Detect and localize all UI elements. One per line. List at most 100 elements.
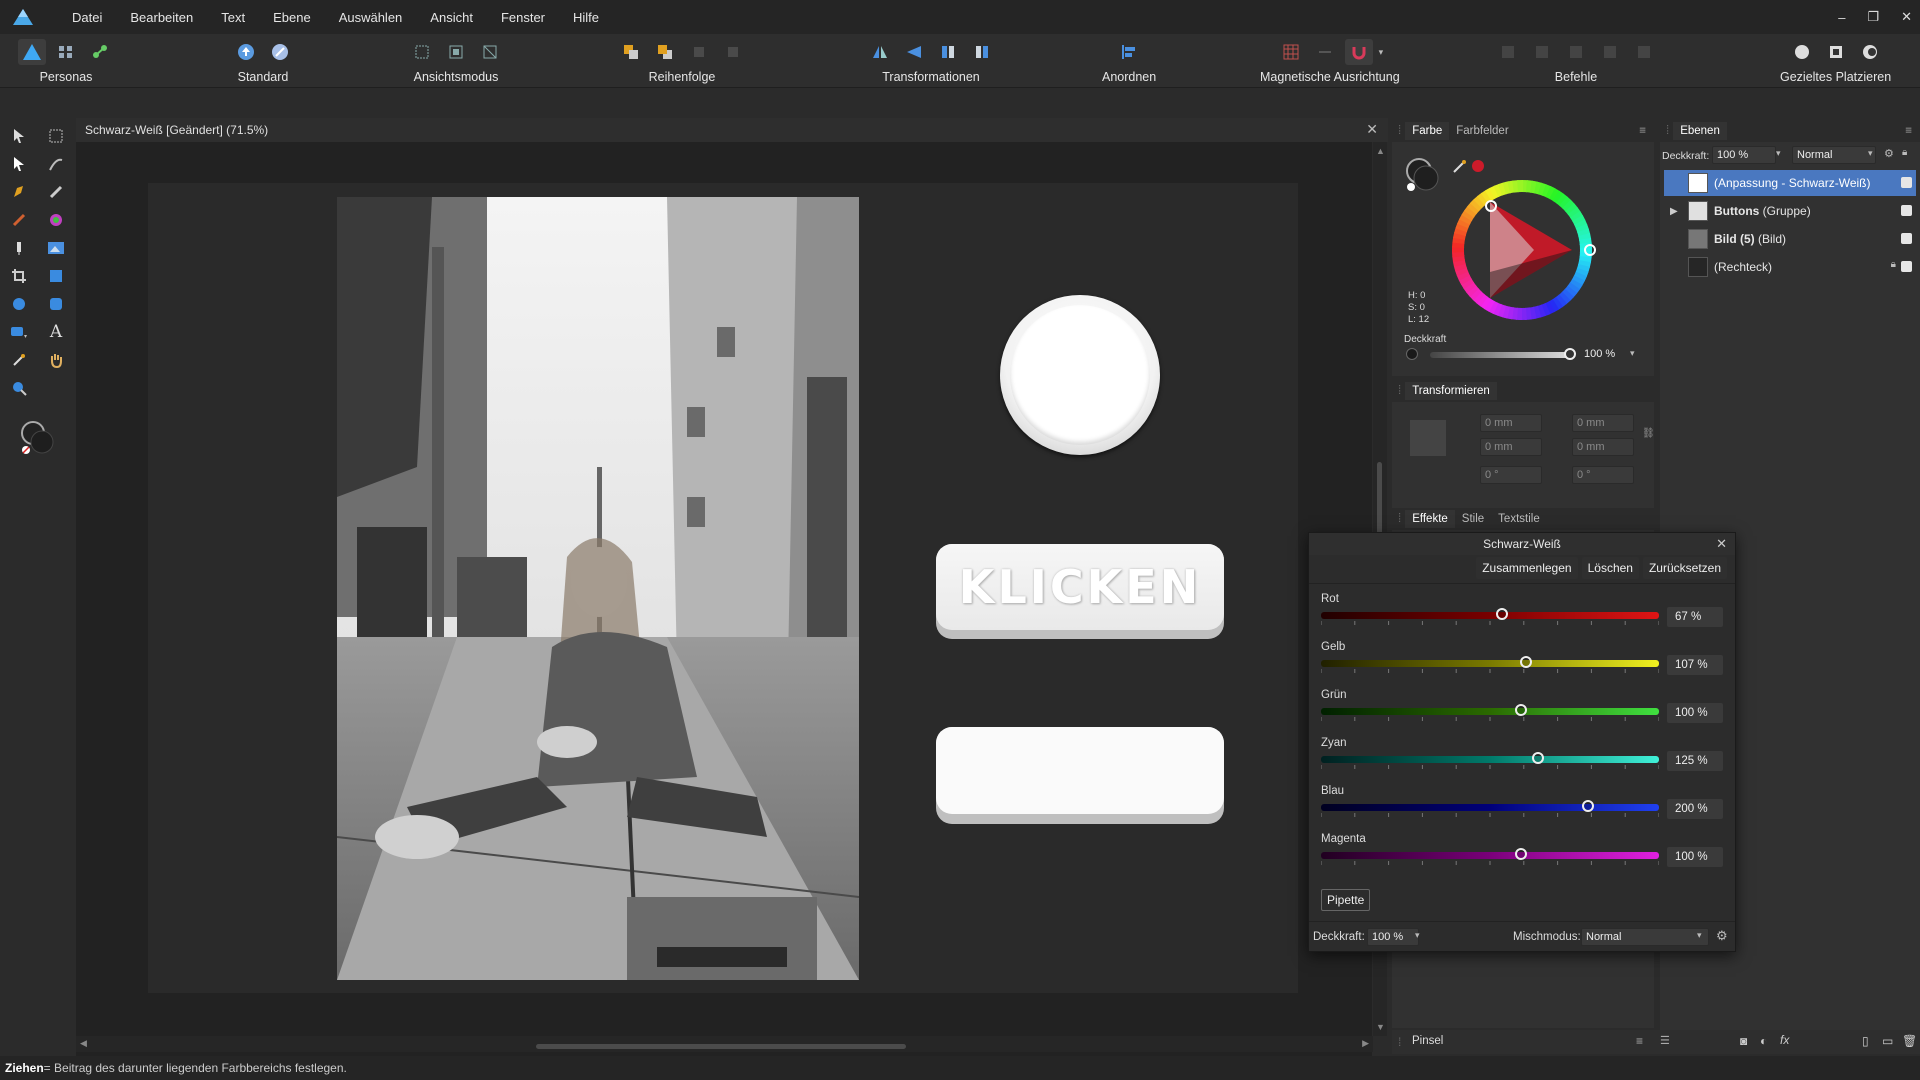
node-tool-icon[interactable] <box>44 152 68 176</box>
layer-lock-icon[interactable]: 🔒︎ <box>1891 259 1896 270</box>
color-replace-icon[interactable] <box>44 208 68 232</box>
lock-icon[interactable]: 🔒︎ <box>1902 147 1907 158</box>
rotate-left-icon[interactable] <box>934 39 962 65</box>
boolean-divide-icon[interactable] <box>1630 39 1658 65</box>
boolean-xor-icon[interactable] <box>1596 39 1624 65</box>
shape-tool-icon[interactable] <box>7 320 31 344</box>
minimize-button[interactable]: – <box>1838 10 1845 25</box>
color-opacity-dropdown-icon[interactable]: ▾ <box>1630 348 1635 359</box>
boolean-intersect-icon[interactable] <box>1562 39 1590 65</box>
photo-bw-girl[interactable] <box>337 197 859 980</box>
color-opacity-value[interactable]: 100 % <box>1584 348 1615 360</box>
transform-shear-field[interactable]: 0 ° <box>1572 466 1634 484</box>
horizontal-scrollbar[interactable]: ◀ ▶ <box>76 1036 1373 1052</box>
transform-x-field[interactable]: 0 mm <box>1480 414 1542 432</box>
boolean-add-icon[interactable] <box>1494 39 1522 65</box>
restore-button[interactable]: ❐ <box>1867 9 1879 25</box>
share-icon[interactable] <box>232 39 260 65</box>
reset-button[interactable]: Zurücksetzen <box>1642 557 1727 579</box>
eyedropper-tool-icon[interactable] <box>7 348 31 372</box>
insert-behind-icon[interactable] <box>1788 39 1816 65</box>
round-button-graphic[interactable] <box>1000 295 1160 455</box>
selection-brush-icon[interactable] <box>44 124 68 148</box>
move-tool-icon[interactable] <box>7 124 31 148</box>
flip-vertical-icon[interactable] <box>900 39 928 65</box>
layers-stack-icon[interactable]: ☰ <box>1660 1034 1670 1047</box>
transform-y-field[interactable]: 0 mm <box>1480 438 1542 456</box>
expand-chevron-icon[interactable]: ▶ <box>1670 206 1678 217</box>
scroll-down-icon[interactable]: ▼ <box>1376 1022 1385 1032</box>
close-document-icon[interactable]: ✕ <box>1366 121 1378 138</box>
arrange-front-icon[interactable] <box>651 39 679 65</box>
layers-blend-mode-select[interactable]: Normal <box>1792 146 1876 164</box>
color-wheel[interactable] <box>1444 172 1600 328</box>
transform-h-field[interactable]: 0 mm <box>1572 438 1634 456</box>
boolean-subtract-icon[interactable] <box>1528 39 1556 65</box>
mask-icon[interactable]: ◙ <box>1740 1034 1747 1048</box>
tab-pinsel[interactable]: Pinsel <box>1412 1035 1443 1047</box>
slider-track[interactable] <box>1321 708 1659 715</box>
adjustment-icon[interactable]: ◐ <box>1760 1034 1767 1048</box>
link-icon[interactable]: ⛓ <box>1642 428 1655 439</box>
slider-track[interactable] <box>1321 804 1659 811</box>
scroll-right-icon[interactable]: ▶ <box>1362 1038 1369 1049</box>
transform-w-field[interactable]: 0 mm <box>1572 414 1634 432</box>
liquify-persona-icon[interactable] <box>52 39 80 65</box>
hand-tool-icon[interactable] <box>44 348 68 372</box>
menu-hilfe[interactable]: Hilfe <box>559 10 613 25</box>
slider-value-field[interactable]: 100 % <box>1667 703 1723 723</box>
flip-horizontal-icon[interactable] <box>866 39 894 65</box>
color-opacity-knob[interactable] <box>1564 348 1576 360</box>
color-opacity-slider[interactable] <box>1430 352 1570 358</box>
fill-tool-icon[interactable] <box>7 236 31 260</box>
dialog-opacity-dropdown-icon[interactable]: ▾ <box>1415 930 1420 941</box>
fill-stroke-swatch-icon[interactable] <box>1404 156 1442 194</box>
dialog-opacity-field[interactable]: 100 % <box>1367 928 1419 946</box>
duplicate-layer-icon[interactable]: ▭ <box>1882 1034 1893 1048</box>
layer-row-rechteck[interactable]: (Rechteck) 🔒︎ <box>1664 254 1916 280</box>
menu-bearbeiten[interactable]: Bearbeiten <box>116 10 207 25</box>
menu-ansicht[interactable]: Ansicht <box>416 10 487 25</box>
insert-top-icon[interactable] <box>1822 39 1850 65</box>
layer-visibility-checkbox[interactable] <box>1901 205 1912 216</box>
layer-row-bild[interactable]: Bild (5) (Bild) <box>1664 226 1916 252</box>
snapping-options-icon[interactable] <box>1311 39 1339 65</box>
ellipse-tool-icon[interactable] <box>7 292 31 316</box>
tab-ebenen[interactable]: Ebenen <box>1673 122 1727 140</box>
slider-track[interactable] <box>1321 660 1659 667</box>
tab-effekte[interactable]: Effekte <box>1405 510 1455 528</box>
slider-value-field[interactable]: 125 % <box>1667 751 1723 771</box>
magnet-icon[interactable] <box>1344 39 1373 65</box>
pipette-button[interactable]: Pipette <box>1321 889 1371 911</box>
rotate-right-icon[interactable] <box>968 39 996 65</box>
merge-button[interactable]: Zusammenlegen <box>1476 557 1578 579</box>
transform-rotation-field[interactable]: 0 ° <box>1480 466 1542 484</box>
tab-textstile[interactable]: Textstile <box>1491 510 1547 528</box>
export-persona-icon[interactable] <box>86 39 114 65</box>
rounded-rect-tool-icon[interactable] <box>44 292 68 316</box>
fx-icon[interactable]: fx <box>1780 1033 1789 1047</box>
arrange-backward-icon[interactable] <box>685 39 713 65</box>
slider-value-field[interactable]: 67 % <box>1667 607 1723 627</box>
layers-opacity-dropdown-icon[interactable]: ▾ <box>1776 148 1781 159</box>
dialog-blend-select[interactable]: Normal <box>1581 928 1709 946</box>
menu-datei[interactable]: Datei <box>58 10 116 25</box>
slider-knob[interactable] <box>1582 800 1595 812</box>
slider-track[interactable] <box>1321 612 1659 619</box>
snapping-grid-icon[interactable] <box>1277 39 1305 65</box>
menu-auswaehlen[interactable]: Auswählen <box>325 10 417 25</box>
brush-tool-icon[interactable] <box>7 208 31 232</box>
tab-farbfelder[interactable]: Farbfelder <box>1449 122 1515 140</box>
tab-stile[interactable]: Stile <box>1455 510 1491 528</box>
panel-menu-icon[interactable]: ≡ <box>1905 125 1912 137</box>
menu-ebene[interactable]: Ebene <box>259 10 325 25</box>
slider-knob[interactable] <box>1495 608 1508 620</box>
pen-tool-icon[interactable] <box>7 180 31 204</box>
new-layer-icon[interactable]: ▯ <box>1862 1034 1869 1048</box>
blank-button-graphic[interactable] <box>936 727 1224 824</box>
dialog-close-icon[interactable]: ✕ <box>1716 536 1727 552</box>
layer-visibility-checkbox[interactable] <box>1901 261 1912 272</box>
anchor-selector-icon[interactable] <box>1410 420 1446 456</box>
magnet-dropdown-icon[interactable]: ▾ <box>1379 47 1384 58</box>
close-window-button[interactable]: ✕ <box>1901 9 1912 25</box>
